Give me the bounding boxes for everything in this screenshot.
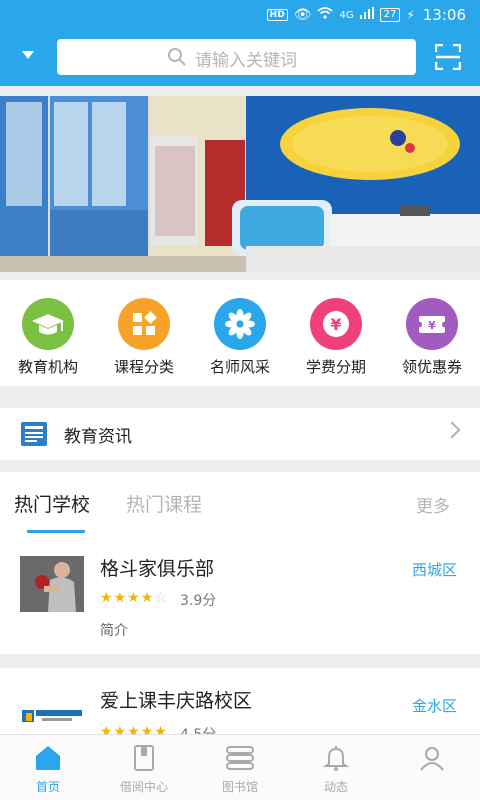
scan-icon[interactable] xyxy=(434,43,462,71)
search-input[interactable]: 请输入关键词 xyxy=(57,39,416,75)
category-label: 名师风采 xyxy=(209,358,270,376)
rating-score: 3.9分 xyxy=(180,593,217,609)
top-bar: 请输入关键词 xyxy=(0,30,480,86)
school-thumbnail xyxy=(20,688,84,738)
category-grid: 教育机构 课程分类 名师风采 ¥ 学费分期 ¥ 领优惠券 xyxy=(0,280,480,386)
tab-label: 借阅中心 xyxy=(119,780,168,794)
search-placeholder: 请输入关键词 xyxy=(195,51,297,71)
svg-text:¥: ¥ xyxy=(428,319,436,332)
network-type: 4G xyxy=(339,9,354,21)
tab-profile[interactable] xyxy=(384,744,480,778)
hot-section: 热门学校 热门课程 更多 格斗家俱乐部 西城区 ★ ★ ★ ★ ☆ 3.9分 简… xyxy=(0,472,480,654)
signal-icon xyxy=(359,7,374,23)
tab-borrow-center[interactable]: 借阅中心 xyxy=(96,744,192,795)
chevron-right-icon xyxy=(443,421,461,439)
news-row[interactable]: 教育资讯 xyxy=(0,408,480,460)
hd-badge: HD xyxy=(266,9,288,21)
flower-icon xyxy=(214,298,266,350)
clock: 13:06 xyxy=(422,6,466,24)
tab-label: 图书馆 xyxy=(221,780,258,794)
tab-indicator xyxy=(27,530,85,533)
category-teachers[interactable]: 名师风采 xyxy=(192,298,288,377)
school-list-item[interactable]: 爱上课丰庆路校区 金水区 ★ ★ ★ ★ ★ 4.5分 xyxy=(0,668,480,738)
star-icon: ★ xyxy=(113,590,127,606)
category-education-institution[interactable]: 教育机构 xyxy=(0,298,96,377)
star-rating: ★ ★ ★ ★ ☆ xyxy=(100,590,167,606)
svg-text:¥: ¥ xyxy=(330,315,341,334)
tab-home[interactable]: 首页 xyxy=(0,744,96,795)
book-icon xyxy=(130,744,158,772)
news-label: 教育资讯 xyxy=(64,427,132,447)
star-icon: ★ xyxy=(127,590,140,606)
yen-icon: ¥ xyxy=(310,298,362,350)
bottom-tab-bar: 首页 借阅中心 图书馆 动态 xyxy=(0,734,480,800)
star-half-icon: ★ xyxy=(140,590,154,606)
tab-hot-schools[interactable]: 热门学校 xyxy=(14,490,90,517)
star-empty-icon: ☆ xyxy=(154,590,167,606)
eye-icon: 👁 xyxy=(293,7,312,23)
school-district: 西城区 xyxy=(412,561,458,579)
search-icon xyxy=(167,47,187,71)
school-name: 格斗家俱乐部 xyxy=(100,558,215,580)
home-icon xyxy=(34,744,62,772)
school-district: 金水区 xyxy=(412,697,458,715)
tab-updates[interactable]: 动态 xyxy=(288,744,384,795)
battery-level: 27 xyxy=(379,8,401,22)
star-icon: ★ xyxy=(100,590,113,606)
newspaper-icon xyxy=(20,421,48,451)
tab-hot-courses[interactable]: 热门课程 xyxy=(126,490,202,517)
category-course-types[interactable]: 课程分类 xyxy=(96,298,192,377)
category-label: 课程分类 xyxy=(113,358,174,376)
tab-library[interactable]: 图书馆 xyxy=(192,744,288,795)
school-intro: 简介 xyxy=(100,623,128,639)
charging-icon: ⚡ xyxy=(406,8,415,22)
user-icon xyxy=(418,744,446,772)
category-label: 学费分期 xyxy=(305,358,366,376)
library-icon xyxy=(226,744,254,772)
bell-icon xyxy=(322,744,350,772)
school-thumbnail xyxy=(20,556,84,612)
wifi-icon xyxy=(317,7,333,23)
tab-label: 首页 xyxy=(35,780,60,794)
school-name: 爱上课丰庆路校区 xyxy=(100,690,253,712)
status-icons: HD 👁 4G 27 ⚡ 13:06 xyxy=(266,6,466,24)
status-bar: HD 👁 4G 27 ⚡ 13:06 xyxy=(0,0,480,30)
graduation-cap-icon xyxy=(22,298,74,350)
banner-image[interactable] xyxy=(0,96,480,272)
tab-label: 动态 xyxy=(323,780,348,794)
more-link[interactable]: 更多 xyxy=(416,492,450,517)
category-label: 教育机构 xyxy=(17,358,78,376)
coupon-icon: ¥ xyxy=(406,298,458,350)
category-coupons[interactable]: ¥ 领优惠券 xyxy=(384,298,480,377)
category-label: 领优惠券 xyxy=(401,358,462,376)
chevron-down-icon[interactable] xyxy=(22,51,34,59)
grid-icon xyxy=(118,298,170,350)
category-installment[interactable]: ¥ 学费分期 xyxy=(288,298,384,377)
